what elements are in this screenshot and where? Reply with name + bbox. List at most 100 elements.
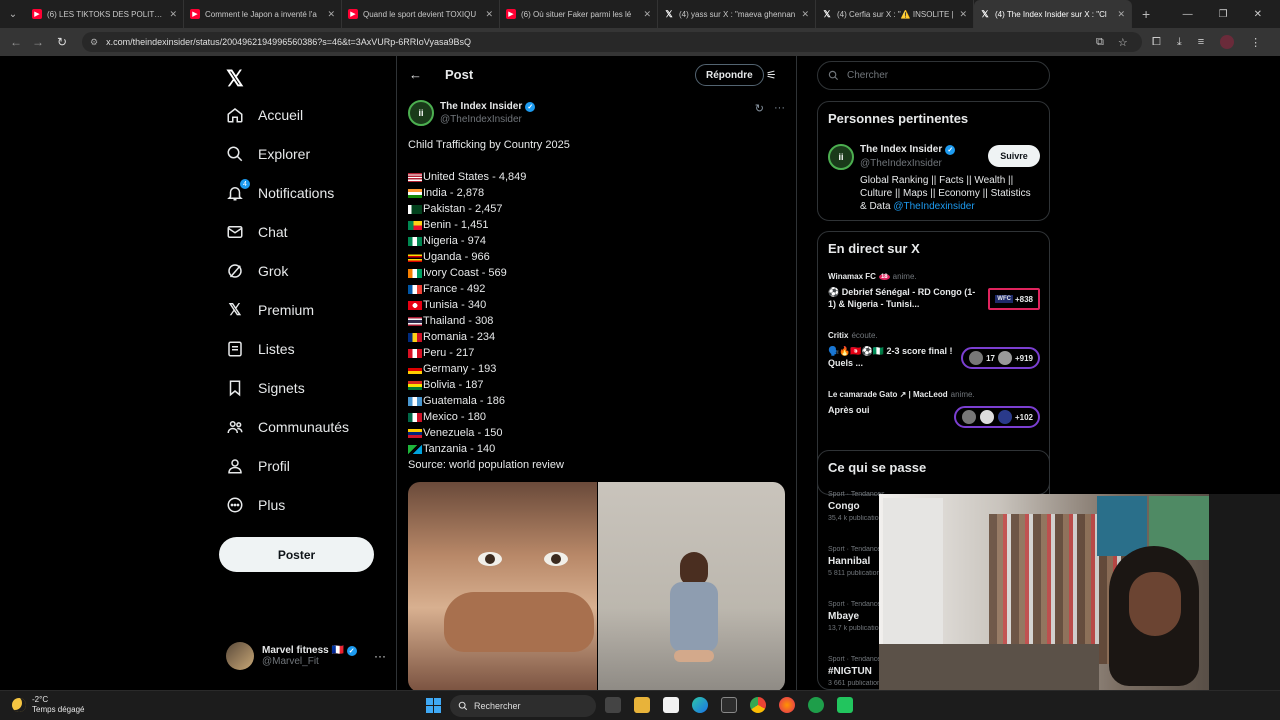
- app-icon[interactable]: [837, 697, 853, 713]
- youtube-icon: ▶: [32, 9, 42, 19]
- firefox-icon[interactable]: [779, 697, 795, 713]
- country-name: Uganda: [423, 251, 462, 263]
- account-switcher[interactable]: Marvel fitness 🇫🇷 ✓ @Marvel_Fit ···: [226, 642, 386, 670]
- close-tab-icon[interactable]: ✕: [801, 9, 809, 20]
- nav-item-chat[interactable]: Chat: [226, 223, 288, 241]
- reply-button[interactable]: Répondre: [695, 64, 764, 86]
- nav-item-more[interactable]: Plus: [226, 496, 285, 514]
- country-value: 974: [467, 235, 486, 247]
- search-input[interactable]: Chercher: [817, 61, 1050, 90]
- live-item[interactable]: Le camarade Gato ↗ | MacLeod anime. Après…: [828, 390, 1040, 428]
- media-icon[interactable]: ≡: [1198, 36, 1204, 48]
- store-icon[interactable]: [721, 697, 737, 713]
- extensions-icon[interactable]: ⧠: [1152, 36, 1161, 49]
- media-image-child-covered-mouth[interactable]: [408, 482, 597, 690]
- maximize-icon[interactable]: ❐: [1219, 9, 1228, 20]
- close-tab-icon[interactable]: ✕: [327, 9, 335, 20]
- new-tab-button[interactable]: +: [1142, 6, 1150, 22]
- close-tab-icon[interactable]: ✕: [485, 9, 493, 20]
- nav-item-explore[interactable]: Explorer: [226, 145, 310, 163]
- follow-button[interactable]: Suivre: [988, 145, 1040, 167]
- task-view-icon[interactable]: [605, 697, 621, 713]
- nav-item-home[interactable]: Accueil: [226, 106, 303, 124]
- country-row: Tanzania - 140: [408, 441, 785, 457]
- browser-tab[interactable]: 𝕏 (4) yass sur X : "maeva ghennan ✕: [658, 0, 816, 28]
- relevant-handle[interactable]: @TheIndexInsider: [860, 158, 942, 169]
- webcam-chair: [1209, 494, 1280, 690]
- nav-item-bookmarks[interactable]: Signets: [226, 379, 305, 397]
- tweet-media[interactable]: [408, 482, 785, 690]
- nav-label: Explorer: [258, 146, 311, 162]
- listeners-pill[interactable]: WFC +838: [988, 288, 1040, 310]
- nav-label: Listes: [258, 341, 295, 357]
- nav-item-notifications[interactable]: 4 Notifications: [226, 179, 334, 202]
- profile-avatar[interactable]: [1220, 35, 1235, 49]
- author-handle[interactable]: @TheIndexInsider: [440, 114, 522, 125]
- back-arrow-icon[interactable]: ←: [409, 67, 422, 82]
- browser-tab-active[interactable]: 𝕏 (4) The Index Insider sur X : "Cl ✕: [974, 0, 1132, 28]
- author-name-row[interactable]: The Index Insider ✓: [440, 101, 536, 112]
- weather-widget[interactable]: -2°C Temps dégagé: [12, 695, 84, 715]
- forward-icon[interactable]: →: [26, 35, 50, 49]
- install-icon[interactable]: ⧉: [1096, 36, 1104, 49]
- edge-icon[interactable]: [692, 697, 708, 713]
- nav-item-premium[interactable]: 𝕏 Premium: [226, 301, 314, 319]
- post-button[interactable]: Poster: [219, 537, 374, 572]
- nav-item-profile[interactable]: Profil: [226, 457, 290, 475]
- grok-icon[interactable]: ↻: [755, 102, 764, 115]
- sliders-icon[interactable]: ⚟: [766, 68, 777, 82]
- reload-icon[interactable]: ↻: [50, 35, 74, 49]
- x-icon: 𝕏: [823, 8, 831, 19]
- close-tab-icon[interactable]: ✕: [1117, 9, 1125, 20]
- browser-tab[interactable]: 𝕏 (4) Cerfia sur X : "⚠️ INSOLITE | ✕: [816, 0, 974, 28]
- close-tab-icon[interactable]: ✕: [643, 9, 651, 20]
- country-row: Mexico - 180: [408, 409, 785, 425]
- browser-tab[interactable]: ▶ (6) Où situer Faker parmi les lé ✕: [500, 0, 658, 28]
- listeners-pill[interactable]: 17 +919: [961, 347, 1040, 369]
- country-value: 140: [476, 443, 496, 455]
- relevant-name-row[interactable]: The Index Insider ✓: [860, 144, 956, 155]
- taskbar-search[interactable]: Rechercher: [450, 695, 596, 717]
- site-info-icon[interactable]: ⚙: [90, 37, 98, 48]
- listeners-pill[interactable]: +102: [953, 406, 1040, 428]
- app-icon[interactable]: [808, 697, 824, 713]
- bookmark-icon: [226, 379, 244, 397]
- browser-tab[interactable]: ▶ Comment le Japon a inventé l'a ✕: [184, 0, 342, 28]
- more-icon[interactable]: ···: [374, 649, 386, 663]
- tab-search-button[interactable]: ⌄: [0, 0, 26, 28]
- nav-item-communities[interactable]: Communautés: [226, 418, 349, 436]
- account-handle: @Marvel_Fit: [262, 656, 319, 667]
- separator: -: [455, 379, 466, 391]
- windows-start-icon[interactable]: [426, 698, 441, 713]
- x-logo-icon[interactable]: 𝕏: [226, 66, 244, 92]
- file-explorer-icon[interactable]: [634, 697, 650, 713]
- nav-item-lists[interactable]: Listes: [226, 340, 295, 358]
- menu-icon[interactable]: ⋮: [1250, 36, 1261, 49]
- close-window-icon[interactable]: ✕: [1254, 9, 1262, 20]
- country-name: Venezuela: [423, 427, 475, 439]
- nav-item-grok[interactable]: Grok: [226, 262, 288, 280]
- author-avatar[interactable]: ii: [408, 100, 434, 126]
- address-bar[interactable]: ⚙ x.com/theindexinsider/status/200496219…: [82, 32, 1142, 52]
- chrome-icon[interactable]: [750, 697, 766, 713]
- more-icon[interactable]: ···: [774, 102, 785, 115]
- minimize-icon[interactable]: —: [1183, 9, 1193, 20]
- close-tab-icon[interactable]: ✕: [169, 9, 177, 20]
- bio-link[interactable]: @TheIndexinsider: [893, 201, 974, 212]
- download-icon[interactable]: ⤓: [1177, 36, 1182, 49]
- back-icon[interactable]: ←: [4, 35, 28, 49]
- country-row: Pakistan - 2,457: [408, 201, 785, 217]
- country-name: India: [423, 187, 447, 199]
- browser-tab[interactable]: ▶(6) LES TIKTOKS DES POLITIQUES✕: [26, 0, 184, 28]
- star-icon[interactable]: ☆: [1118, 36, 1128, 49]
- separator: -: [474, 427, 485, 439]
- avatar[interactable]: ii: [828, 144, 854, 170]
- browser-tab[interactable]: ▶ Quand le sport devient TOXIQU ✕: [342, 0, 500, 28]
- notepad-icon[interactable]: [663, 697, 679, 713]
- author-name: The Index Insider: [440, 101, 523, 112]
- close-tab-icon[interactable]: ✕: [959, 9, 967, 20]
- live-item[interactable]: Critix écoute. 🗣️🔥🇹🇳⚽🇳🇬 2-3 score final !…: [828, 331, 1040, 369]
- live-item[interactable]: Winamax FC 18 anime. ⚽ Debrief Sénégal - R…: [828, 272, 1040, 310]
- nav-label: Plus: [258, 497, 286, 513]
- media-image-girl-sitting[interactable]: [597, 482, 785, 690]
